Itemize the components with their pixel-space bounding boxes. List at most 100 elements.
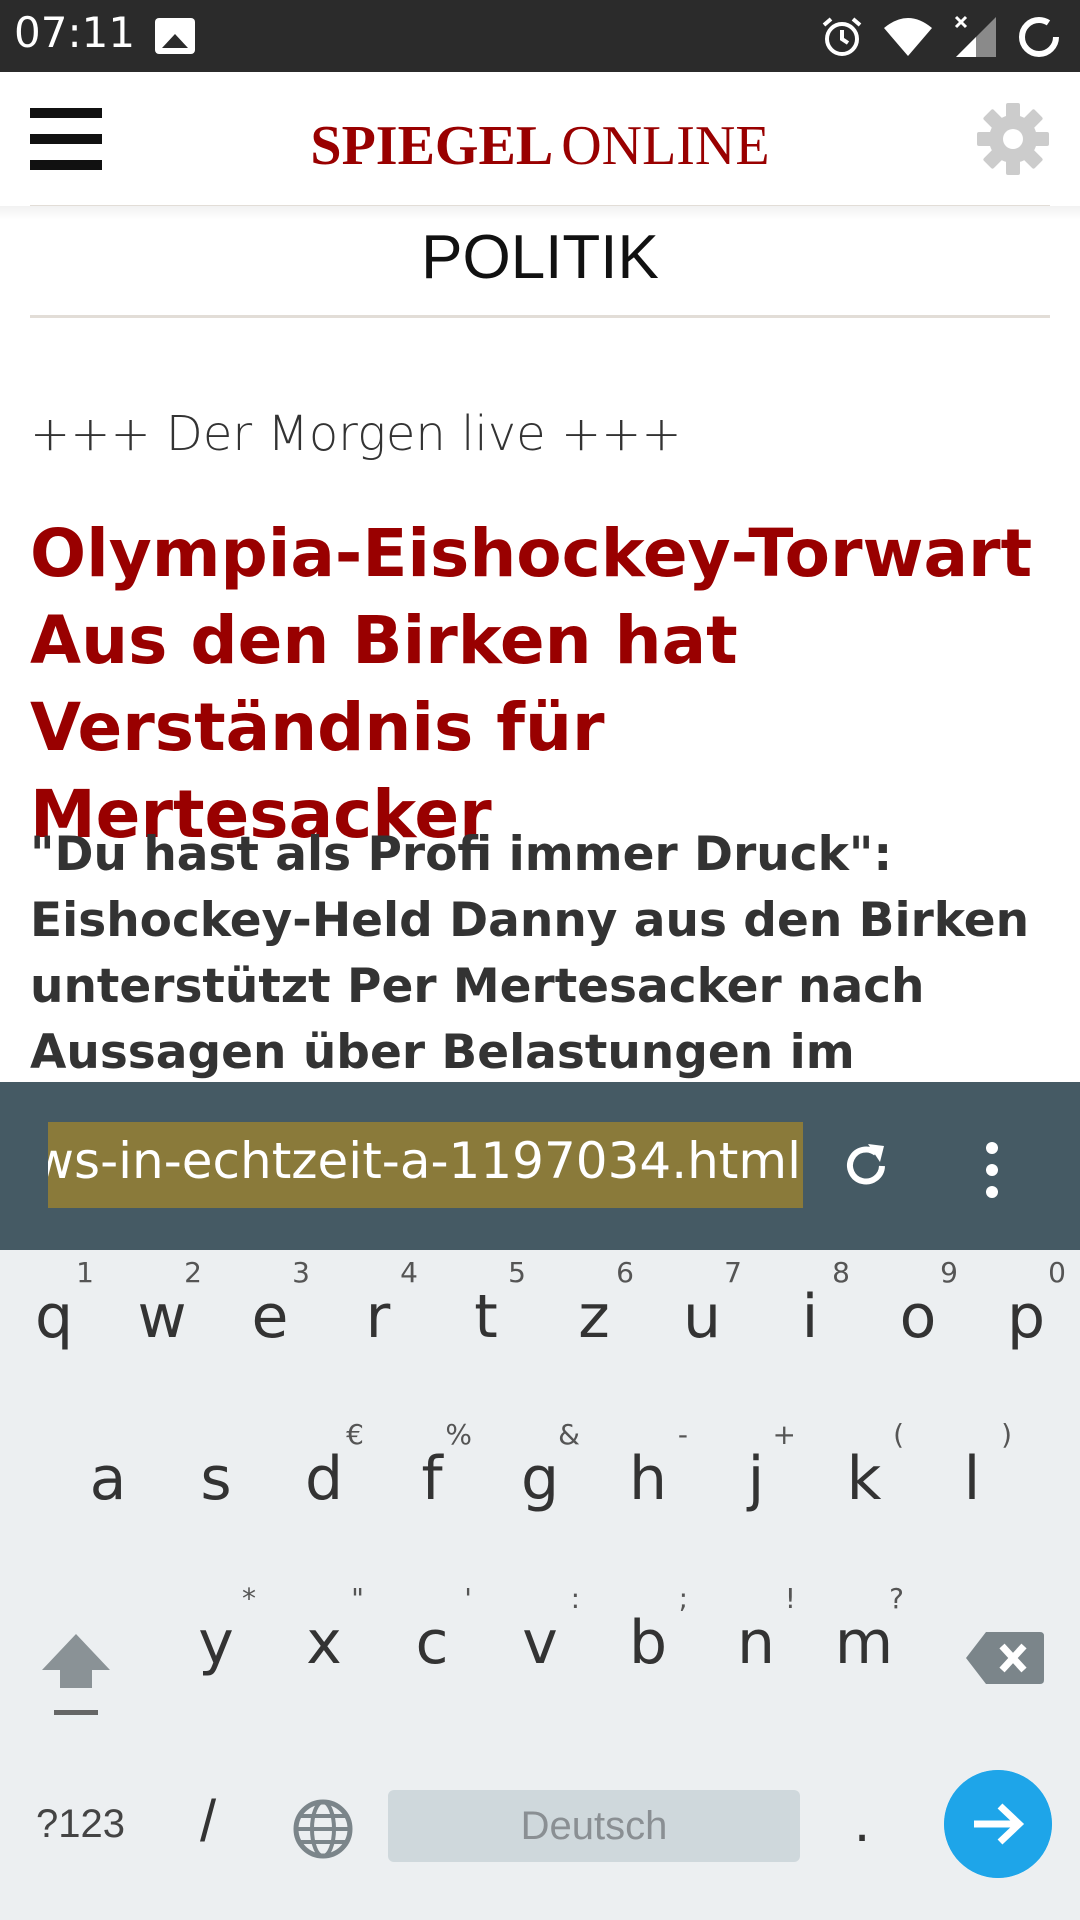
key-label: k <box>846 1444 882 1514</box>
status-bar: 07:11 <box>0 0 1080 72</box>
key-label: x <box>306 1608 342 1678</box>
alarm-icon <box>822 17 862 56</box>
header-shadow <box>0 206 1080 220</box>
url-input[interactable]: news-in-echtzeit-a-1197034.html <box>48 1122 803 1208</box>
key-s[interactable]: s <box>162 1412 270 1562</box>
key-label: r <box>365 1282 391 1352</box>
key-p[interactable]: p0 <box>972 1250 1080 1400</box>
key-label: z <box>578 1282 610 1352</box>
key-v[interactable]: v: <box>486 1576 594 1726</box>
key-label: w <box>137 1282 187 1352</box>
backspace-icon[interactable] <box>966 1630 1044 1686</box>
key-label: u <box>682 1282 722 1352</box>
reload-icon[interactable] <box>838 1138 894 1194</box>
key-label: b <box>628 1608 668 1678</box>
status-icons <box>820 12 1062 62</box>
key-label: j <box>747 1444 765 1514</box>
key-b[interactable]: b; <box>594 1576 702 1726</box>
key-i[interactable]: i8 <box>756 1250 864 1400</box>
enter-arrow-icon[interactable] <box>944 1770 1052 1878</box>
key-w[interactable]: w2 <box>108 1250 216 1400</box>
key-o[interactable]: o9 <box>864 1250 972 1400</box>
key-label: y <box>198 1608 234 1678</box>
key-hint: ) <box>1001 1418 1012 1451</box>
section-divider <box>30 315 1050 318</box>
key-label: m <box>834 1608 894 1678</box>
key-h[interactable]: h- <box>594 1412 702 1562</box>
key-hint: " <box>351 1582 364 1615</box>
key-c[interactable]: c ' <box>378 1576 486 1726</box>
key-hint: 8 <box>832 1256 850 1289</box>
key-label: f <box>421 1444 443 1514</box>
key-hint: : <box>570 1582 580 1615</box>
key-hint: 0 <box>1048 1256 1066 1289</box>
key-label: d <box>304 1444 344 1514</box>
signal-icon <box>954 15 996 57</box>
period-key[interactable]: . <box>854 1788 870 1855</box>
key-label: n <box>736 1608 776 1678</box>
gear-icon[interactable] <box>976 102 1050 176</box>
key-hint: ? <box>889 1582 904 1615</box>
key-label: q <box>34 1282 74 1352</box>
key-label: h <box>628 1444 668 1514</box>
globe-icon[interactable] <box>292 1798 354 1860</box>
section-title: POLITIK <box>421 223 659 292</box>
key-a[interactable]: a <box>54 1412 162 1562</box>
key-label: o <box>899 1282 937 1352</box>
key-hint: * <box>242 1582 256 1615</box>
key-g[interactable]: g & <box>486 1412 594 1562</box>
key-hint: & <box>558 1418 580 1451</box>
url-text: news-in-echtzeit-a-1197034.html <box>48 1132 801 1190</box>
key-hint: 7 <box>724 1256 742 1289</box>
key-x[interactable]: x " <box>270 1576 378 1726</box>
key-label: a <box>89 1444 127 1514</box>
article-teaser: "Du hast als Profi immer Druck": Eishock… <box>30 827 1030 1080</box>
key-hint: ' <box>464 1582 472 1615</box>
app-header: SPIEGEL ONLINE <box>0 72 1080 204</box>
image-icon <box>155 18 195 54</box>
key-label: t <box>474 1282 498 1352</box>
key-hint: ( <box>893 1418 904 1451</box>
key-y[interactable]: y * <box>162 1576 270 1726</box>
key-hint: ! <box>784 1582 796 1615</box>
key-d[interactable]: d € <box>270 1412 378 1562</box>
key-m[interactable]: m? <box>810 1576 918 1726</box>
key-hint: 1 <box>76 1256 94 1289</box>
space-key[interactable]: Deutsch <box>388 1790 800 1862</box>
key-q[interactable]: q1 <box>0 1250 108 1400</box>
key-label: s <box>200 1444 232 1514</box>
article-headline[interactable]: Olympia-Eishockey-Torwart Aus den Birken… <box>30 510 1060 858</box>
key-l[interactable]: l) <box>918 1412 1026 1562</box>
key-hint: 5 <box>508 1256 526 1289</box>
key-f[interactable]: f% <box>378 1412 486 1562</box>
key-hint: 9 <box>940 1256 958 1289</box>
key-r[interactable]: r4 <box>324 1250 432 1400</box>
url-bar: news-in-echtzeit-a-1197034.html <box>0 1082 1080 1250</box>
article-kicker: +++ Der Morgen live +++ <box>30 406 682 462</box>
key-k[interactable]: k( <box>810 1412 918 1562</box>
key-label: c <box>415 1608 449 1678</box>
key-hint: 2 <box>184 1256 202 1289</box>
key-j[interactable]: j + <box>702 1412 810 1562</box>
key-t[interactable]: t5 <box>432 1250 540 1400</box>
key-n[interactable]: n! <box>702 1576 810 1726</box>
symbols-key[interactable]: ?123 <box>36 1802 125 1847</box>
key-hint: 6 <box>616 1256 634 1289</box>
key-hint: % <box>445 1418 472 1451</box>
more-vert-icon[interactable] <box>982 1142 1002 1198</box>
key-label: p <box>1006 1282 1046 1352</box>
slash-key[interactable]: / <box>200 1788 216 1855</box>
key-z[interactable]: z6 <box>540 1250 648 1400</box>
keyboard: q1w2e3r4t5z6u7i8o9p0 a s d € f% g & h - j + k(l) y *… <box>0 1250 1080 1920</box>
shift-icon[interactable] <box>40 1630 112 1720</box>
wifi-icon <box>884 18 932 56</box>
brand-logo[interactable]: SPIEGEL ONLINE <box>0 114 1080 178</box>
key-hint: - <box>677 1418 688 1451</box>
key-hint: € <box>346 1418 364 1451</box>
key-label: l <box>963 1444 981 1514</box>
key-u[interactable]: u7 <box>648 1250 756 1400</box>
key-label: e <box>251 1282 289 1352</box>
key-hint: + <box>772 1418 796 1451</box>
key-e[interactable]: e3 <box>216 1250 324 1400</box>
key-label: v <box>522 1608 558 1678</box>
